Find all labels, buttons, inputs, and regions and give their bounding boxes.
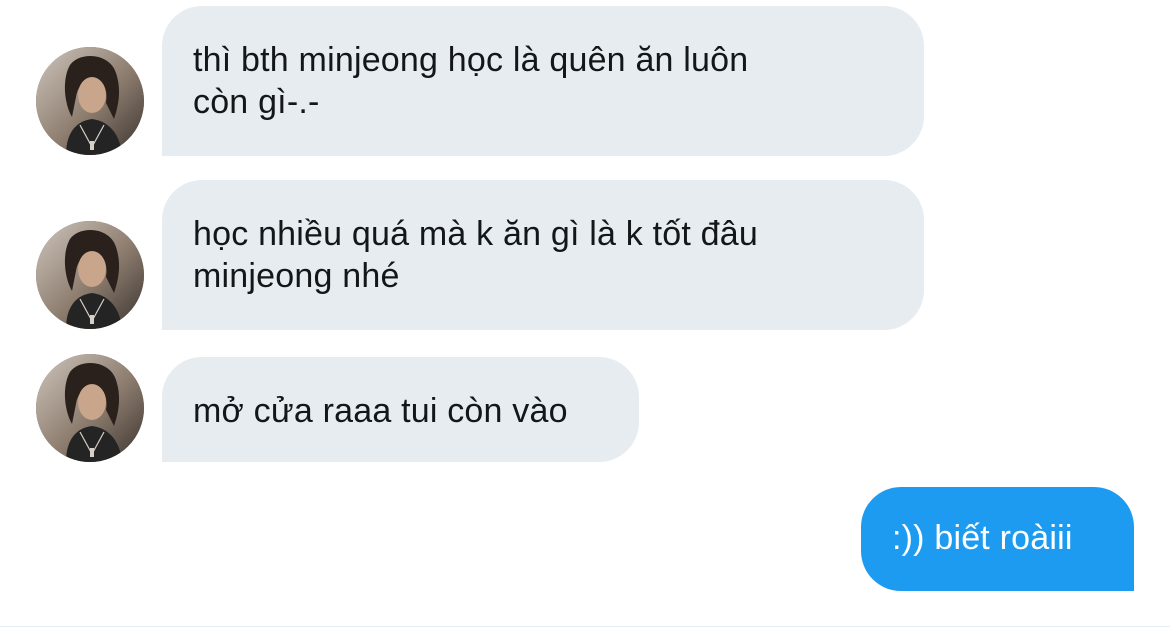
profile-photo-icon xyxy=(36,47,144,155)
conversation-thread: thì bth minjeong học là quên ăn luôn còn… xyxy=(0,0,1170,629)
incoming-message-bubble[interactable]: thì bth minjeong học là quên ăn luôn còn… xyxy=(162,6,924,156)
message-line: minjeong nhé xyxy=(193,257,400,295)
incoming-message-bubble[interactable]: mở cửa raaa tui còn vào xyxy=(162,357,639,462)
profile-photo-icon xyxy=(36,354,144,462)
message-line: :)) biết roàiii xyxy=(892,519,1073,557)
message-line: thì bth minjeong học là quên ăn luôn xyxy=(193,41,749,79)
divider xyxy=(0,626,1170,627)
outgoing-message-bubble[interactable]: :)) biết roàiii xyxy=(861,487,1134,591)
sender-avatar[interactable] xyxy=(36,354,144,462)
incoming-message-bubble[interactable]: học nhiều quá mà k ăn gì là k tốt đâu mi… xyxy=(162,180,924,330)
message-line: còn gì-.- xyxy=(193,83,320,121)
sender-avatar[interactable] xyxy=(36,47,144,155)
message-line: học nhiều quá mà k ăn gì là k tốt đâu xyxy=(193,215,758,253)
sender-avatar[interactable] xyxy=(36,221,144,329)
profile-photo-icon xyxy=(36,221,144,329)
message-line: mở cửa raaa tui còn vào xyxy=(193,392,568,430)
